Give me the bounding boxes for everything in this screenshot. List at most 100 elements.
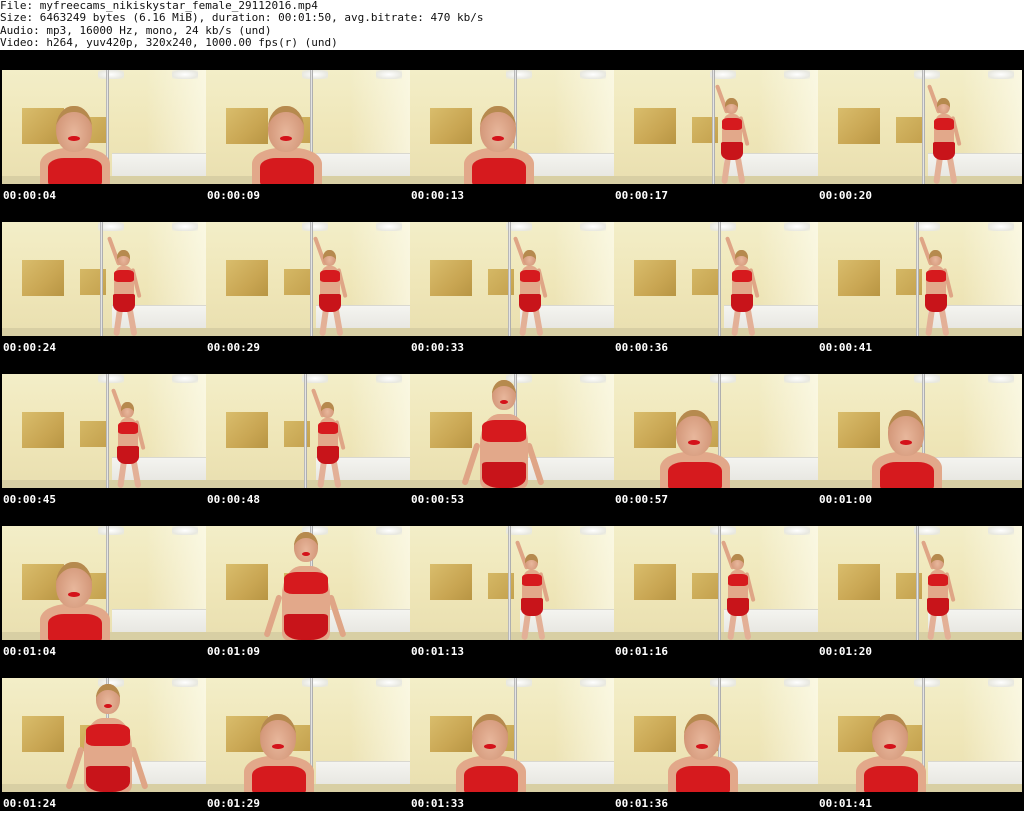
wall-picture bbox=[22, 412, 64, 448]
floor bbox=[818, 328, 1022, 336]
person-head bbox=[676, 410, 712, 456]
ceiling-lamp bbox=[784, 222, 810, 231]
video-frame-thumbnail bbox=[614, 222, 818, 336]
person-head bbox=[888, 410, 924, 456]
floor bbox=[614, 632, 818, 640]
red-skirt bbox=[521, 598, 543, 616]
person-head bbox=[684, 714, 720, 760]
dance-pole bbox=[718, 222, 721, 336]
thumbnail-cell: 00:01:29 bbox=[206, 678, 410, 830]
video-frame-thumbnail bbox=[206, 222, 410, 336]
ceiling-lamp bbox=[710, 222, 736, 231]
red-lips bbox=[280, 136, 292, 141]
person-head bbox=[268, 106, 304, 152]
red-skirt bbox=[86, 766, 130, 792]
thumbnail-cell: 00:01:24 bbox=[2, 678, 206, 830]
video-frame-thumbnail bbox=[410, 678, 614, 792]
file-name-line: File: myfreecams_nikiskystar_female_2911… bbox=[0, 0, 318, 12]
ceiling-lamp bbox=[98, 70, 124, 79]
ceiling-lamp bbox=[580, 374, 606, 383]
ceiling-lamp bbox=[988, 526, 1014, 535]
thumbnail-cell: 00:00:45 bbox=[2, 374, 206, 526]
video-frame-thumbnail bbox=[818, 70, 1022, 184]
video-info-line: Video: h264, yuv420p, 320x240, 1000.00 f… bbox=[0, 36, 338, 49]
red-skirt bbox=[113, 294, 135, 312]
frame-timestamp: 00:01:33 bbox=[411, 797, 464, 810]
thumbnail-cell: 00:00:36 bbox=[614, 222, 818, 374]
wall-picture bbox=[838, 108, 880, 144]
person-head bbox=[472, 714, 508, 760]
ceiling-lamp bbox=[172, 526, 198, 535]
thumbnail-cell: 00:00:04 bbox=[2, 70, 206, 222]
person-head bbox=[321, 402, 334, 418]
video-frame-thumbnail bbox=[2, 222, 206, 336]
dance-pole bbox=[508, 526, 511, 640]
red-top bbox=[934, 118, 954, 130]
video-frame-thumbnail bbox=[614, 374, 818, 488]
ceiling-lamp bbox=[376, 678, 402, 687]
ceiling-lamp bbox=[376, 374, 402, 383]
wall-picture bbox=[430, 260, 472, 296]
red-skirt bbox=[927, 598, 949, 616]
video-frame-thumbnail bbox=[2, 678, 206, 792]
video-frame-thumbnail bbox=[410, 70, 614, 184]
video-frame-thumbnail bbox=[2, 526, 206, 640]
thumbnail-cell: 00:01:33 bbox=[410, 678, 614, 830]
dance-pole bbox=[106, 374, 109, 488]
wall-picture bbox=[22, 260, 64, 296]
frame-timestamp: 00:00:13 bbox=[411, 189, 464, 202]
wall-picture bbox=[226, 260, 268, 296]
thumbnail-cell: 00:00:29 bbox=[206, 222, 410, 374]
floor bbox=[410, 632, 614, 640]
frame-timestamp: 00:00:57 bbox=[615, 493, 668, 506]
frame-timestamp: 00:00:36 bbox=[615, 341, 668, 354]
red-lips bbox=[68, 136, 80, 141]
ceiling-lamp bbox=[172, 222, 198, 231]
ceiling-lamp bbox=[710, 526, 736, 535]
video-frame-thumbnail bbox=[818, 374, 1022, 488]
frame-timestamp: 00:01:16 bbox=[615, 645, 668, 658]
floor bbox=[614, 176, 818, 184]
red-top bbox=[48, 158, 102, 184]
person-head bbox=[96, 684, 120, 714]
floor bbox=[614, 328, 818, 336]
ceiling-lamp bbox=[302, 678, 328, 687]
frame-timestamp: 00:01:09 bbox=[207, 645, 260, 658]
ceiling-lamp bbox=[914, 70, 940, 79]
ceiling-lamp bbox=[988, 678, 1014, 687]
red-skirt bbox=[727, 598, 749, 616]
thumbnail-cell: 00:00:24 bbox=[2, 222, 206, 374]
red-top bbox=[252, 766, 306, 792]
video-frame-thumbnail bbox=[614, 678, 818, 792]
ceiling-lamp bbox=[172, 678, 198, 687]
ceiling-lamp bbox=[376, 222, 402, 231]
floor bbox=[410, 328, 614, 336]
red-skirt bbox=[731, 294, 753, 312]
red-skirt bbox=[925, 294, 947, 312]
ceiling-lamp bbox=[710, 374, 736, 383]
file-size-line: Size: 6463249 bytes (6.16 MiB), duration… bbox=[0, 12, 484, 25]
frame-timestamp: 00:01:24 bbox=[3, 797, 56, 810]
wall-picture bbox=[430, 108, 472, 144]
person-head bbox=[117, 250, 130, 266]
wall-picture bbox=[634, 716, 676, 752]
thumbnail-cell: 00:00:09 bbox=[206, 70, 410, 222]
video-frame-thumbnail bbox=[410, 526, 614, 640]
floor bbox=[2, 480, 206, 488]
wall-picture-small bbox=[692, 573, 718, 599]
wall-picture bbox=[430, 716, 472, 752]
dance-pole bbox=[100, 222, 103, 336]
video-frame-thumbnail bbox=[818, 678, 1022, 792]
red-top bbox=[284, 572, 328, 594]
red-lips bbox=[272, 744, 284, 749]
thumbnail-cell: 00:00:48 bbox=[206, 374, 410, 526]
frame-timestamp: 00:00:29 bbox=[207, 341, 260, 354]
wall-picture bbox=[634, 564, 676, 600]
ceiling-lamp bbox=[376, 70, 402, 79]
red-top bbox=[118, 422, 138, 434]
red-lips bbox=[696, 744, 708, 749]
video-frame-thumbnail bbox=[206, 678, 410, 792]
frame-timestamp: 00:01:00 bbox=[819, 493, 872, 506]
wall-picture bbox=[226, 412, 268, 448]
wall-picture-small bbox=[692, 269, 718, 295]
